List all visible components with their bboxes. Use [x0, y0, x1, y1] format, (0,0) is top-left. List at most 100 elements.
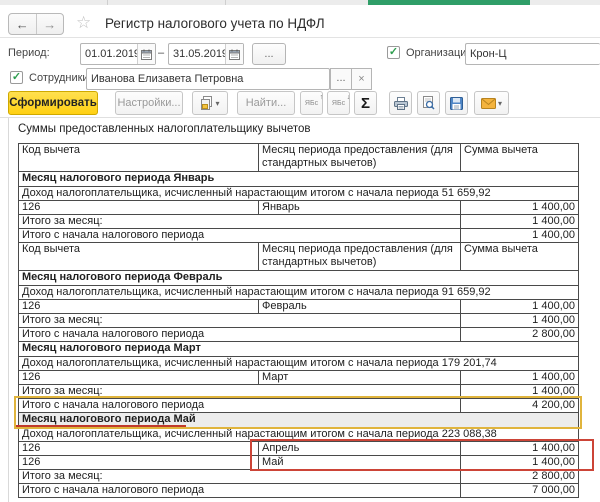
employees-checkbox[interactable]: ✓: [10, 71, 23, 84]
period-dash: –: [158, 47, 164, 59]
month-section-header[interactable]: Месяц налогового периода Март: [19, 342, 579, 357]
cell-deduction-code[interactable]: 126: [19, 456, 259, 470]
cell-total-sum[interactable]: 1 400,00: [461, 385, 579, 399]
divider: [0, 37, 600, 38]
cell-sum[interactable]: 1 400,00: [461, 456, 579, 470]
cell-month[interactable]: Февраль: [259, 300, 461, 314]
table-row: Код вычетаМесяц периода предоставления (…: [19, 243, 579, 271]
organization-field[interactable]: Крон-Ц: [465, 43, 600, 65]
find-previous-icon: ЯБс↑: [305, 100, 318, 107]
cell-total-label[interactable]: Итого с начала налогового периода: [19, 484, 461, 498]
income-row[interactable]: Доход налогоплательщика, исчисленный нар…: [19, 286, 579, 300]
calendar-icon[interactable]: [225, 44, 243, 64]
report-section-title: Суммы предоставленных налогоплательщику …: [18, 123, 311, 135]
print-preview-button[interactable]: [417, 91, 440, 115]
table-row: Итого с начала налогового периода1 400,0…: [19, 229, 579, 243]
table-row: Месяц налогового периода Март: [19, 342, 579, 357]
send-email-button[interactable]: ▾: [474, 91, 509, 115]
cell-total-sum[interactable]: 1 400,00: [461, 215, 579, 229]
back-button[interactable]: ←: [9, 14, 36, 34]
cell-sum[interactable]: 1 400,00: [461, 371, 579, 385]
column-header[interactable]: Код вычета: [19, 144, 259, 172]
period-to-value[interactable]: 31.05.2019: [169, 48, 225, 60]
column-header[interactable]: Месяц периода предоставления (для станда…: [259, 144, 461, 172]
cell-month[interactable]: Март: [259, 371, 461, 385]
month-section-header[interactable]: Месяц налогового периода Январь: [19, 172, 579, 187]
settings-button[interactable]: Настройки...: [115, 91, 183, 115]
table-row: Итого с начала налогового периода4 200,0…: [19, 399, 579, 413]
cell-month[interactable]: Май: [259, 456, 461, 470]
table-row: Месяц налогового периода Февраль: [19, 271, 579, 286]
print-button[interactable]: [389, 91, 412, 115]
calendar-icon[interactable]: [137, 44, 155, 64]
cell-deduction-code[interactable]: 126: [19, 442, 259, 456]
cell-total-label[interactable]: Итого с начала налогового периода: [19, 399, 461, 413]
cell-deduction-code[interactable]: 126: [19, 201, 259, 215]
table-row: Доход налогоплательщика, исчисленный нар…: [19, 357, 579, 371]
cell-sum[interactable]: 1 400,00: [461, 442, 579, 456]
employees-value[interactable]: Иванова Елизавета Петровна: [87, 73, 329, 85]
cell-total-sum[interactable]: 2 800,00: [461, 470, 579, 484]
month-section-header[interactable]: Месяц налогового периода Май: [19, 413, 579, 428]
forward-button[interactable]: →: [36, 14, 64, 34]
table-row: Итого за месяц:1 400,00: [19, 215, 579, 229]
income-row[interactable]: Доход налогоплательщика, исчисленный нар…: [19, 357, 579, 371]
organization-value[interactable]: Крон-Ц: [466, 48, 600, 60]
generate-button[interactable]: Сформировать: [8, 91, 98, 115]
cell-sum[interactable]: 1 400,00: [461, 201, 579, 215]
period-to-field[interactable]: 31.05.2019: [168, 43, 244, 65]
favorite-star-icon[interactable]: ☆: [76, 13, 91, 33]
table-row: 126Апрель1 400,00: [19, 442, 579, 456]
cell-deduction-code[interactable]: 126: [19, 300, 259, 314]
employees-clear-button[interactable]: ×: [352, 68, 372, 90]
cell-month[interactable]: Январь: [259, 201, 461, 215]
floppy-save-icon: [450, 97, 463, 110]
find-button[interactable]: Найти...: [237, 91, 295, 115]
column-header[interactable]: Код вычета: [19, 243, 259, 271]
period-more-button[interactable]: ...: [252, 43, 286, 65]
envelope-icon: [481, 98, 496, 109]
title-bar: ← → ☆ Регистр налогового учета по НДФЛ: [0, 5, 600, 37]
cell-total-sum[interactable]: 2 800,00: [461, 328, 579, 342]
cell-total-label[interactable]: Итого с начала налогового периода: [19, 328, 461, 342]
cell-total-sum[interactable]: 4 200,00: [461, 399, 579, 413]
find-next-icon: ЯБс↓: [332, 100, 345, 107]
cell-total-sum[interactable]: 7 000,00: [461, 484, 579, 498]
table-row: Месяц налогового периода Январь: [19, 172, 579, 187]
find-next-button[interactable]: ЯБс↓: [327, 91, 350, 115]
report-variants-button[interactable]: ▾: [192, 91, 228, 115]
period-from-field[interactable]: 01.01.2019: [80, 43, 156, 65]
column-header[interactable]: Сумма вычета: [461, 243, 579, 271]
employees-more-button[interactable]: ...: [330, 68, 352, 90]
sigma-icon: Σ: [361, 95, 370, 112]
page-title: Регистр налогового учета по НДФЛ: [105, 16, 325, 31]
cell-total-sum[interactable]: 1 400,00: [461, 229, 579, 243]
employees-label: Сотрудники:: [29, 72, 92, 84]
cell-total-label[interactable]: Итого за месяц:: [19, 470, 461, 484]
cell-total-label[interactable]: Итого за месяц:: [19, 385, 461, 399]
table-row: 126Февраль1 400,00: [19, 300, 579, 314]
find-previous-button[interactable]: ЯБс↑: [300, 91, 323, 115]
column-header[interactable]: Месяц периода предоставления (для станда…: [259, 243, 461, 271]
cell-total-sum[interactable]: 1 400,00: [461, 314, 579, 328]
cell-month[interactable]: Апрель: [259, 442, 461, 456]
income-row[interactable]: Доход налогоплательщика, исчисленный нар…: [19, 187, 579, 201]
table-row: Итого за месяц:1 400,00: [19, 314, 579, 328]
cell-total-label[interactable]: Итого с начала налогового периода: [19, 229, 461, 243]
cell-total-label[interactable]: Итого за месяц:: [19, 215, 461, 229]
cell-deduction-code[interactable]: 126: [19, 371, 259, 385]
autosum-button[interactable]: Σ: [354, 91, 377, 115]
cell-total-label[interactable]: Итого за месяц:: [19, 314, 461, 328]
income-row[interactable]: Доход налогоплательщика, исчисленный нар…: [19, 428, 579, 442]
period-from-value[interactable]: 01.01.2019: [81, 48, 137, 60]
column-header[interactable]: Сумма вычета: [461, 144, 579, 172]
employees-field[interactable]: Иванова Елизавета Петровна: [86, 68, 330, 90]
app-window: { "window": { "title": "Регистр налогово…: [0, 0, 600, 502]
table-row: Итого с начала налогового периода2 800,0…: [19, 328, 579, 342]
save-button[interactable]: [445, 91, 468, 115]
organization-checkbox[interactable]: ✓: [387, 46, 400, 59]
table-row: Итого за месяц:2 800,00: [19, 470, 579, 484]
table-row: Итого за месяц:1 400,00: [19, 385, 579, 399]
cell-sum[interactable]: 1 400,00: [461, 300, 579, 314]
month-section-header[interactable]: Месяц налогового периода Февраль: [19, 271, 579, 286]
